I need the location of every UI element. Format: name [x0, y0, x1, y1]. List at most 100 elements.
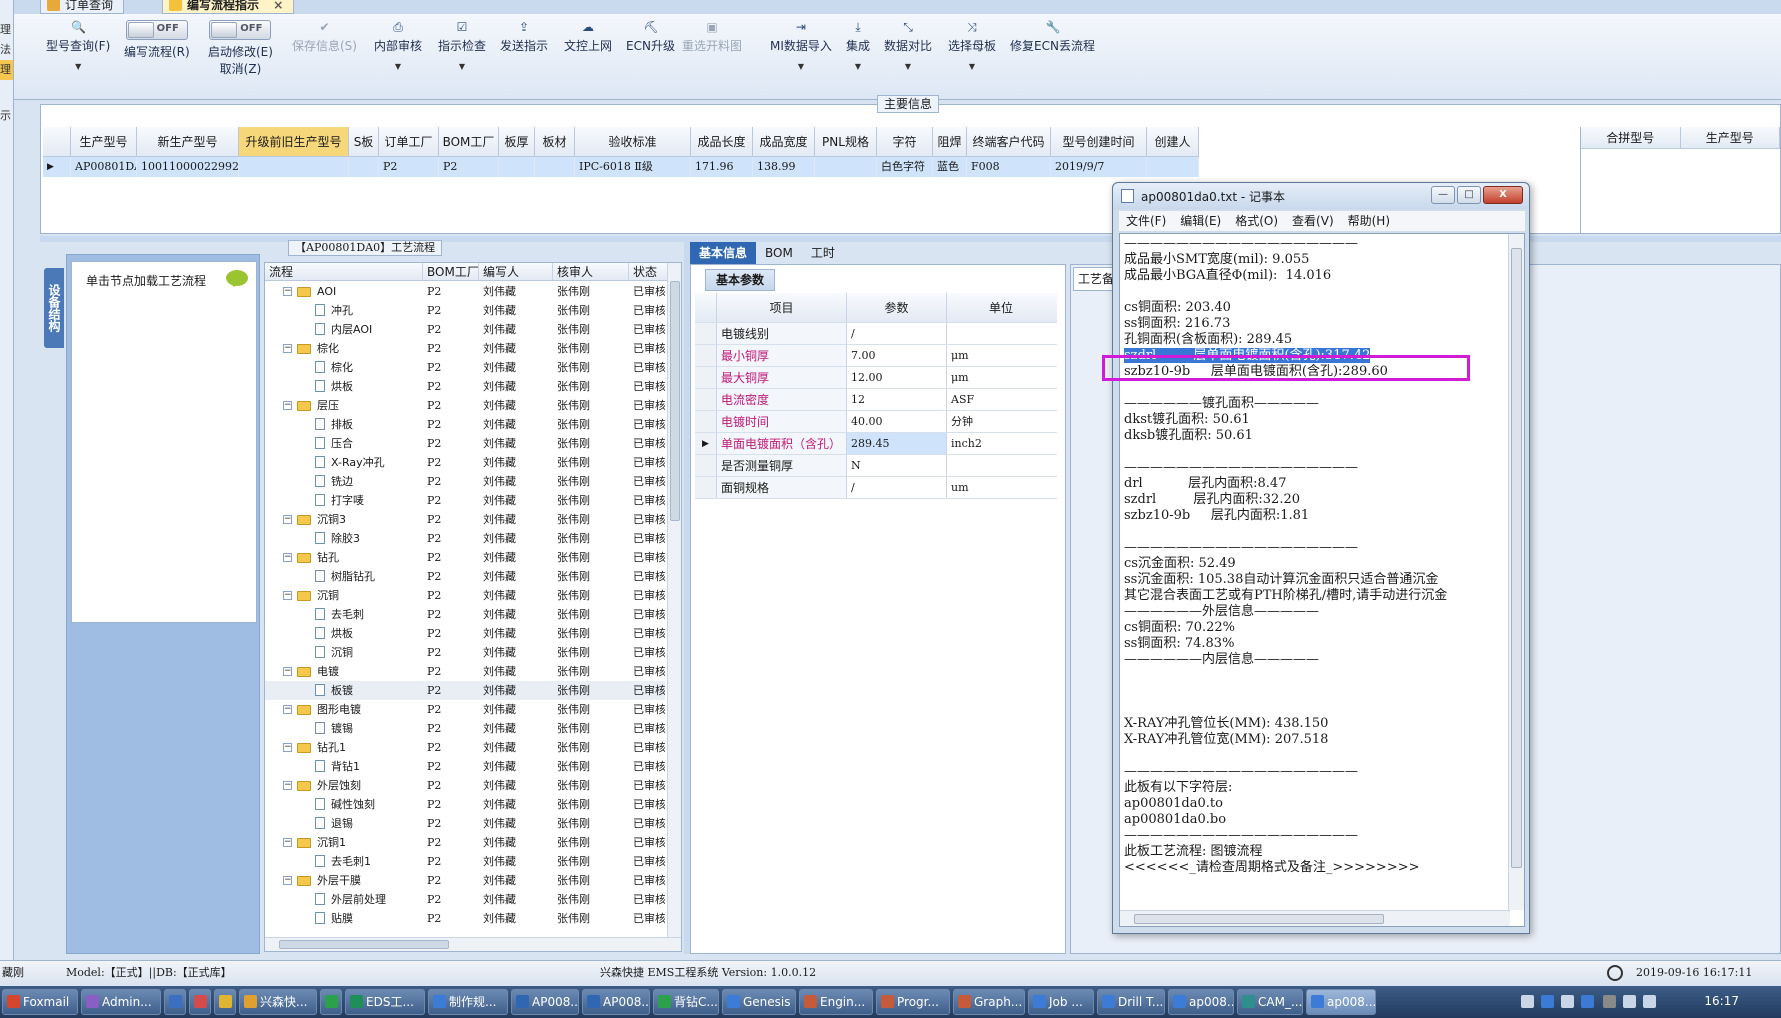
tree-row[interactable]: 铣边 P2 刘伟藏 张伟刚 已审核: [265, 472, 665, 491]
notepad-content[interactable]: —————————————————— 成品最小SMT宽度(mil): 9.055 成…: [1124, 236, 1506, 876]
chevron-down-icon[interactable]: ▼: [884, 62, 932, 71]
taskbar-button[interactable]: 兴森快...: [239, 989, 317, 1015]
taskbar-button[interactable]: 制作规...: [428, 989, 508, 1015]
left-nav-item[interactable]: [0, 80, 13, 100]
param-value[interactable]: 7.00: [847, 345, 947, 366]
tray-network-icon[interactable]: [1561, 995, 1574, 1008]
params-row[interactable]: 电镀线别 /: [695, 323, 1057, 345]
taskbar-button[interactable]: [164, 989, 186, 1015]
close-button[interactable]: X: [1483, 186, 1523, 204]
param-unit[interactable]: 分钟: [947, 411, 1055, 432]
tree-row[interactable]: − 棕化 P2 刘伟藏 张伟刚 已审核: [265, 339, 665, 358]
params-row[interactable]: 是否测量铜厚 N: [695, 455, 1057, 477]
taskbar-button[interactable]: 背钻C...: [653, 989, 719, 1015]
table-cell[interactable]: [349, 157, 379, 177]
column-header[interactable]: 板厚: [499, 127, 535, 157]
taskbar-button[interactable]: EDS工...: [345, 989, 425, 1015]
taskbar-button[interactable]: [214, 989, 236, 1015]
tree-row[interactable]: 烘板 P2 刘伟藏 张伟刚 已审核: [265, 624, 665, 643]
save-info-button[interactable]: ✔ 保存信息(S): [292, 20, 357, 54]
tree-row[interactable]: 镀锡 P2 刘伟藏 张伟刚 已审核: [265, 719, 665, 738]
upload-doc-button[interactable]: ☁ 文控上网: [564, 20, 612, 54]
tab-write-flow[interactable]: 编写流程指示 ×: [162, 0, 295, 14]
column-header[interactable]: 单位: [947, 293, 1055, 322]
column-header[interactable]: 型号创建时间: [1051, 127, 1147, 157]
params-row[interactable]: 电镀时间 40.00 分钟: [695, 411, 1057, 433]
chevron-down-icon[interactable]: ▼: [438, 62, 486, 71]
vertical-scrollbar[interactable]: [1508, 234, 1524, 910]
tree-row[interactable]: 背钻1 P2 刘伟藏 张伟刚 已审核: [265, 757, 665, 776]
table-cell[interactable]: F008: [967, 157, 1051, 177]
param-value[interactable]: N: [847, 455, 947, 476]
scroll-thumb[interactable]: [1134, 914, 1384, 924]
params-row[interactable]: 电流密度 12 ASF: [695, 389, 1057, 411]
tree-row[interactable]: − 沉铜 P2 刘伟藏 张伟刚 已审核: [265, 586, 665, 605]
taskbar-clock[interactable]: 16:17: [1704, 994, 1739, 1008]
tree-row[interactable]: 去毛刺1 P2 刘伟藏 张伟刚 已审核: [265, 852, 665, 871]
column-header[interactable]: 新生产型号: [137, 127, 239, 157]
column-header[interactable]: 字符: [877, 127, 933, 157]
column-header[interactable]: PNL规格: [815, 127, 877, 157]
table-cell[interactable]: [1147, 157, 1199, 177]
column-header[interactable]: 成品长度: [691, 127, 753, 157]
param-unit[interactable]: μm: [947, 345, 1055, 366]
table-cell[interactable]: AP00801DA0: [71, 157, 137, 177]
table-cell[interactable]: [499, 157, 535, 177]
left-nav-item[interactable]: 示: [0, 106, 13, 126]
left-nav-item-selected[interactable]: 理: [0, 60, 13, 80]
tab-bom[interactable]: BOM: [756, 242, 802, 264]
collapse-toggle-icon[interactable]: −: [283, 401, 292, 410]
vertical-scrollbar[interactable]: [667, 263, 681, 939]
collapse-toggle-icon[interactable]: −: [283, 838, 292, 847]
tree-row[interactable]: 烘板 P2 刘伟藏 张伟刚 已审核: [265, 377, 665, 396]
scroll-thumb[interactable]: [1511, 248, 1522, 868]
column-header[interactable]: BOM工厂: [439, 127, 499, 157]
taskbar-button[interactable]: CAM_...: [1237, 989, 1303, 1015]
column-header[interactable]: 生产型号: [71, 127, 137, 157]
table-cell[interactable]: 171.96: [691, 157, 753, 177]
left-nav-item[interactable]: 理: [0, 20, 13, 40]
tree-row[interactable]: 沉铜 P2 刘伟藏 张伟刚 已审核: [265, 643, 665, 662]
column-header[interactable]: 成品宽度: [753, 127, 815, 157]
column-header[interactable]: 项目: [717, 293, 847, 322]
table-cell[interactable]: [239, 157, 349, 177]
horizontal-scrollbar[interactable]: [265, 937, 681, 951]
tree-row[interactable]: 退锡 P2 刘伟藏 张伟刚 已审核: [265, 814, 665, 833]
notepad-text-area[interactable]: —————————————————— 成品最小SMT宽度(mil): 9.055 成…: [1119, 233, 1525, 927]
start-modify-toggle[interactable]: OFF: [209, 20, 272, 40]
table-cell[interactable]: 138.99: [753, 157, 815, 177]
param-unit[interactable]: inch2: [947, 433, 1055, 454]
chevron-down-icon[interactable]: ▼: [846, 62, 870, 71]
table-cell[interactable]: [535, 157, 575, 177]
taskbar-button[interactable]: ap008...: [1168, 989, 1234, 1015]
tab-basic-info[interactable]: 基本信息: [690, 242, 757, 264]
tree-row[interactable]: 树脂钻孔 P2 刘伟藏 张伟刚 已审核: [265, 567, 665, 586]
table-cell[interactable]: 2019/9/7: [1051, 157, 1147, 177]
column-header[interactable]: 订单工厂: [379, 127, 439, 157]
params-row[interactable]: 最大铜厚 12.00 μm: [695, 367, 1057, 389]
param-value[interactable]: 12: [847, 389, 947, 410]
tree-row[interactable]: − 沉铜1 P2 刘伟藏 张伟刚 已审核: [265, 833, 665, 852]
tree-row[interactable]: − 电镀 P2 刘伟藏 张伟刚 已审核: [265, 662, 665, 681]
taskbar-button[interactable]: Graph...: [953, 989, 1025, 1015]
tree-row[interactable]: − 外层蚀刻 P2 刘伟藏 张伟刚 已审核: [265, 776, 665, 795]
taskbar-button[interactable]: ap008...: [1306, 989, 1376, 1015]
send-instruction-button[interactable]: ⇪ 发送指示: [500, 20, 548, 54]
taskbar-button[interactable]: AP008...: [582, 989, 650, 1015]
tab-order-query[interactable]: 订单查询: [40, 0, 125, 14]
taskbar-button[interactable]: [320, 989, 342, 1015]
column-header[interactable]: S板: [349, 127, 379, 157]
table-cell[interactable]: 蓝色: [933, 157, 967, 177]
chevron-down-icon[interactable]: ▼: [46, 62, 110, 71]
param-value[interactable]: 12.00: [847, 367, 947, 388]
tree-row[interactable]: X-Ray冲孔 P2 刘伟藏 张伟刚 已审核: [265, 453, 665, 472]
params-row[interactable]: ▶ 单面电镀面积（含孔） 289.45 inch2: [695, 433, 1057, 455]
taskbar-button[interactable]: Progr...: [876, 989, 950, 1015]
column-header[interactable]: 生产型号: [1680, 127, 1780, 149]
ecn-upgrade-button[interactable]: ⛏ ECN升级: [626, 20, 675, 54]
column-header[interactable]: 阻焊: [933, 127, 967, 157]
write-flow-toggle[interactable]: OFF: [125, 20, 188, 40]
column-header[interactable]: 板材: [535, 127, 575, 157]
taskbar-button[interactable]: Job ...: [1028, 989, 1094, 1015]
chat-bubble-icon[interactable]: [226, 270, 248, 287]
